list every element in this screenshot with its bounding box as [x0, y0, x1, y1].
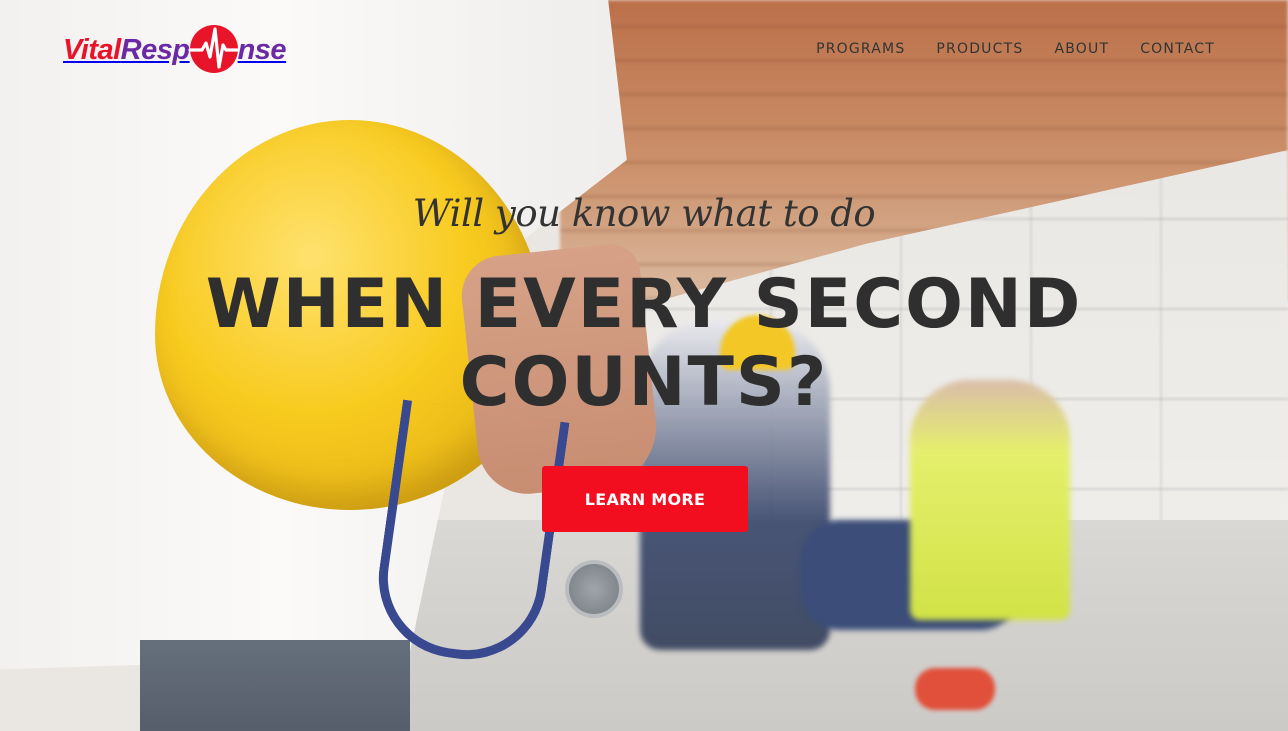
hero-headline: WHEN EVERY SECOND COUNTS? [205, 265, 1083, 422]
hero-tagline: Will you know what to do [412, 192, 876, 235]
site-header: Vital Resp nse PROGRAMS PRODUCTS ABOUT C… [0, 0, 1288, 100]
heartbeat-circle-icon [187, 23, 240, 75]
learn-more-button[interactable]: LEARN MORE [542, 466, 748, 532]
nav-about[interactable]: ABOUT [1054, 41, 1109, 57]
nav-contact[interactable]: CONTACT [1140, 41, 1215, 57]
main-nav: PROGRAMS PRODUCTS ABOUT CONTACT [816, 41, 1215, 57]
nav-products[interactable]: PRODUCTS [936, 41, 1023, 57]
nav-programs[interactable]: PROGRAMS [816, 41, 905, 57]
site-logo[interactable]: Vital Resp nse [63, 23, 287, 76]
logo-text-nse: nse [237, 33, 287, 66]
logo-text-resp: Resp [120, 33, 190, 66]
logo-text-vital: Vital [63, 33, 121, 66]
